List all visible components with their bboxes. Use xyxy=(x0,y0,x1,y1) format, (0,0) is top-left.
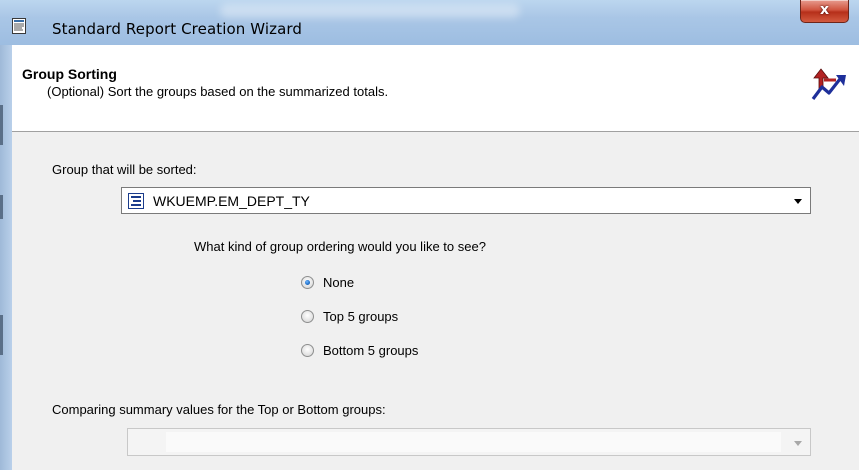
wizard-document-icon xyxy=(12,18,26,34)
group-select[interactable]: WKUEMP.EM_DEPT_TY xyxy=(121,187,811,214)
radio-bottom-5-label[interactable]: Bottom 5 groups xyxy=(323,343,418,358)
compare-label: Comparing summary values for the Top or … xyxy=(52,402,386,417)
chevron-down-icon[interactable] xyxy=(794,441,802,446)
group-sorted-label: Group that will be sorted: xyxy=(52,162,197,177)
radio-top-5-label[interactable]: Top 5 groups xyxy=(323,309,398,324)
close-button[interactable]: x xyxy=(800,0,849,23)
radio-none-button[interactable] xyxy=(301,276,314,289)
window-left-frame xyxy=(0,45,12,470)
group-field-icon xyxy=(128,193,144,209)
close-icon: x xyxy=(819,2,830,18)
wizard-window: Standard Report Creation Wizard x Group … xyxy=(0,0,859,470)
group-select-value: WKUEMP.EM_DEPT_TY xyxy=(153,193,310,209)
title-bar[interactable]: Standard Report Creation Wizard x xyxy=(0,0,859,46)
compare-select[interactable] xyxy=(127,428,811,456)
page-subtitle: (Optional) Sort the groups based on the … xyxy=(47,84,389,99)
page-title: Group Sorting xyxy=(22,66,117,82)
title-bar-glow xyxy=(220,4,520,18)
window-title: Standard Report Creation Wizard xyxy=(52,20,302,38)
radio-bottom-5-button[interactable] xyxy=(301,344,314,357)
wizard-header: Group Sorting (Optional) Sort the groups… xyxy=(12,45,859,132)
compare-select-value xyxy=(166,432,781,452)
radio-none-label[interactable]: None xyxy=(323,275,354,290)
sort-arrows-icon xyxy=(811,68,846,100)
ordering-question: What kind of group ordering would you li… xyxy=(194,239,486,254)
chevron-down-icon[interactable] xyxy=(794,199,802,204)
radio-top-5-button[interactable] xyxy=(301,310,314,323)
wizard-body: Group that will be sorted: WKUEMP.EM_DEP… xyxy=(12,132,859,470)
